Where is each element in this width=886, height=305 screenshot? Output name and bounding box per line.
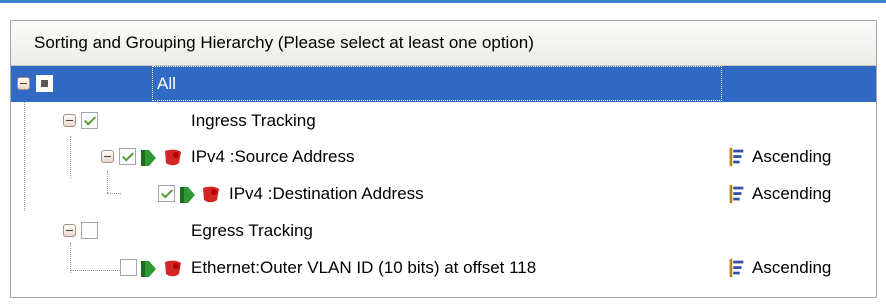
sort-order-ipv4-destination[interactable]: Ascending [752,184,831,204]
checkbox-ipv4-source[interactable] [119,148,136,165]
sort-ascending-icon[interactable] [727,257,745,279]
tree-row-all[interactable]: All [11,66,876,102]
collapse-toggle[interactable] [17,77,30,90]
checkbox-ipv4-destination[interactable] [158,185,175,202]
collapse-toggle[interactable] [63,114,76,127]
collapse-toggle[interactable] [63,224,76,237]
sorting-grouping-panel: Sorting and Grouping Hierarchy (Please s… [10,20,877,298]
focus-rectangle [152,66,722,101]
tree-label-ingress: Ingress Tracking [191,111,316,130]
tree-label-ethernet-vlan: Ethernet:Outer VLAN ID (10 bits) at offs… [191,258,537,277]
collapse-toggle[interactable] [101,150,114,163]
column-header[interactable]: Sorting and Grouping Hierarchy (Please s… [11,21,876,66]
column-header-label: Sorting and Grouping Hierarchy (Please s… [34,33,534,52]
tree-row-ethernet-vlan[interactable]: Ethernet:Outer VLAN ID (10 bits) at offs… [11,250,876,286]
tree-label-egress: Egress Tracking [191,221,313,240]
tree-label-ipv4-destination: IPv4 :Destination Address [229,184,424,203]
red-shield-icon [165,149,181,166]
green-flag-icon [180,187,195,203]
tree-row-ipv4-destination[interactable]: IPv4 :Destination Address Ascending [11,176,876,212]
tree-label-ipv4-source: IPv4 :Source Address [191,147,355,166]
top-accent-line [0,0,886,3]
sort-ascending-icon[interactable] [727,146,745,168]
sort-order-ethernet-vlan[interactable]: Ascending [752,258,831,278]
red-shield-icon [203,186,219,203]
green-flag-icon [141,150,156,166]
green-flag-icon [141,261,156,277]
checkbox-ethernet-vlan[interactable] [120,259,137,276]
sort-order-ipv4-source[interactable]: Ascending [752,147,831,167]
sort-ascending-icon[interactable] [727,183,745,205]
tree-row-ingress[interactable]: Ingress Tracking [11,103,876,139]
checkbox-ingress[interactable] [81,112,98,129]
tree-row-ipv4-source[interactable]: IPv4 :Source Address Ascending [11,139,876,175]
tree-label-all: All [157,74,176,93]
red-shield-icon [165,260,181,277]
tree-row-egress[interactable]: Egress Tracking [11,213,876,249]
checkbox-egress[interactable] [81,222,98,239]
checkbox-all[interactable] [36,75,53,92]
